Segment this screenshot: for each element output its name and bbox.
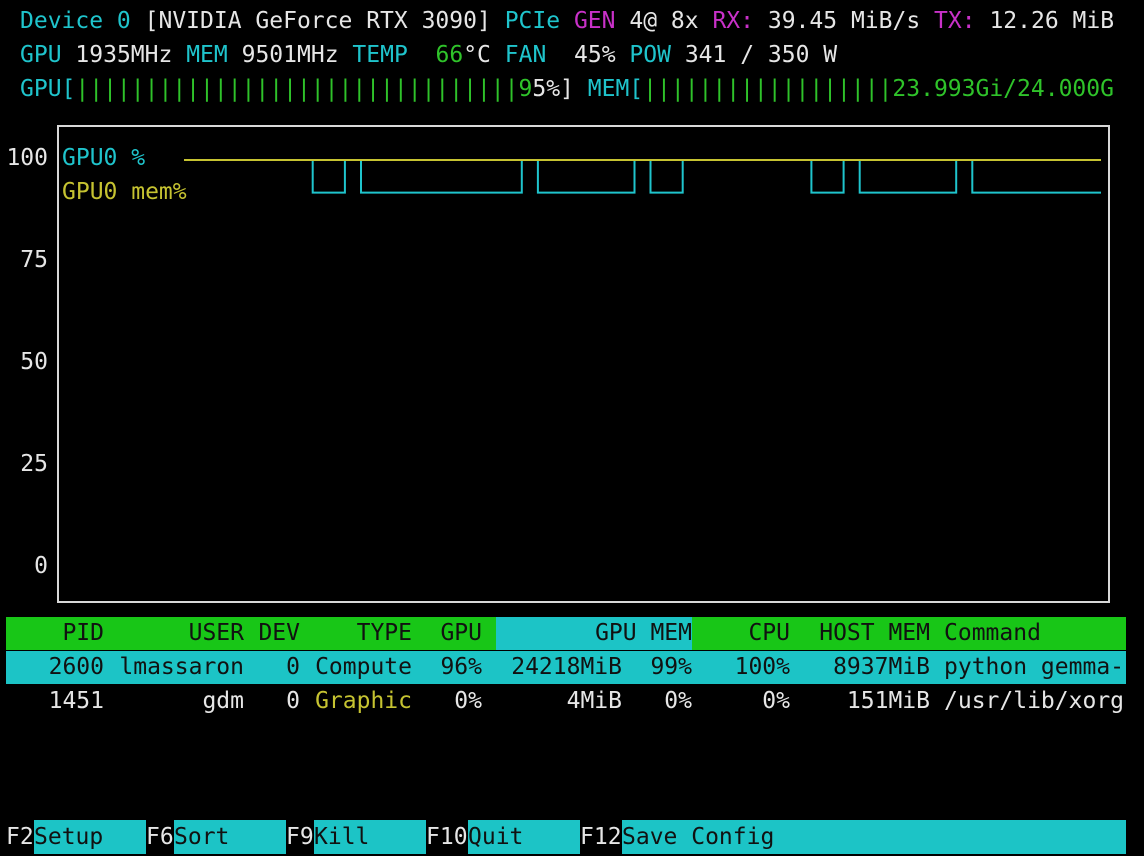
tx-value: 12.26 MiB: [989, 8, 1115, 34]
usage-bars-line: GPU[||||||||||||||||||||||||||||||||95%]…: [20, 72, 1114, 106]
col-gpu-mem[interactable]: GPU MEM: [500, 617, 692, 650]
col-dev[interactable]: DEV: [250, 617, 300, 650]
plot-canvas: [184, 159, 1101, 194]
f2-key: F2: [6, 824, 34, 850]
clock-info-line: GPU 1935MHz MEM 9501MHz TEMP 66°C FAN 45…: [20, 38, 837, 72]
legend-gpu-util: GPU0 %: [62, 145, 146, 171]
rx-value: 39.45 MiB/s: [767, 8, 921, 34]
row2-gpu-mem-pct[interactable]: 0%: [630, 685, 692, 718]
temp-unit: °C: [463, 42, 491, 68]
row2-dev[interactable]: 0: [250, 685, 300, 718]
pcie-label: PCIe: [504, 8, 561, 34]
row2-type[interactable]: Graphic: [306, 685, 412, 718]
f6-key: F6: [146, 824, 174, 850]
f12-key: F12: [580, 824, 622, 850]
gen-label: GEN: [573, 8, 616, 34]
y-tick-0: 0: [34, 553, 48, 579]
gpu-clock-value: 1935MHz: [75, 42, 173, 68]
f10-key: F10: [426, 824, 468, 850]
f9-key: F9: [286, 824, 314, 850]
row1-cpu[interactable]: 100%: [700, 651, 790, 684]
col-gpu[interactable]: GPU: [418, 617, 482, 650]
y-tick-50: 50: [20, 349, 48, 375]
row2-cpu[interactable]: 0%: [700, 685, 790, 718]
gpu-usage-value: 5%]: [532, 76, 574, 102]
row1-dev[interactable]: 0: [250, 651, 300, 684]
series-line-0: [184, 159, 1101, 194]
gpu-bar-label: GPU[: [20, 76, 76, 102]
legend-gpu-mem: GPU0 mem%: [62, 179, 187, 205]
col-host-mem[interactable]: HOST MEM: [796, 617, 930, 650]
tx-label: TX:: [934, 8, 976, 34]
device-name: [NVIDIA GeForce RTX 3090]: [144, 8, 491, 34]
row2-gpu[interactable]: 0%: [418, 685, 482, 718]
row1-command[interactable]: python gemma-: [944, 651, 1126, 684]
fan-value: 45%: [574, 42, 616, 68]
row1-gpu-mem[interactable]: 24218MiB: [500, 651, 622, 684]
terminal-window: Device 0 [NVIDIA GeForce RTX 3090] PCIe …: [0, 0, 1144, 856]
setup-button[interactable]: Setup: [34, 820, 146, 854]
rx-label: RX:: [712, 8, 754, 34]
pow-label: POW: [629, 42, 671, 68]
mem-clock-value: 9501MHz: [241, 42, 339, 68]
temp-value: 66: [435, 42, 464, 68]
y-tick-100: 100: [6, 145, 48, 171]
col-pid[interactable]: PID: [6, 617, 104, 650]
mem-bar-label: MEM[: [587, 76, 644, 102]
row1-host-mem[interactable]: 8937MiB: [796, 651, 930, 684]
quit-button[interactable]: Quit: [468, 820, 580, 854]
mem-usage-bar: ||||||||||||||||||: [643, 76, 893, 102]
col-user[interactable]: USER: [110, 617, 244, 650]
row1-user[interactable]: lmassaron: [110, 651, 244, 684]
fan-label: FAN: [504, 42, 547, 68]
device-label: Device 0: [20, 8, 131, 34]
row1-gpu-mem-pct[interactable]: 99%: [630, 651, 692, 684]
row2-pid[interactable]: 1451: [6, 685, 104, 718]
gen-value: 4@ 8x: [629, 8, 699, 34]
temp-label: TEMP: [352, 42, 408, 68]
gpu-clock-label: GPU: [20, 42, 62, 68]
row1-gpu[interactable]: 96%: [418, 651, 482, 684]
row1-pid[interactable]: 2600: [6, 651, 104, 684]
row2-host-mem[interactable]: 151MiB: [796, 685, 930, 718]
utilization-plot: [57, 125, 1110, 603]
row1-type[interactable]: Compute: [306, 651, 412, 684]
row2-command[interactable]: /usr/lib/xorg: [944, 685, 1126, 718]
col-cpu[interactable]: CPU: [700, 617, 790, 650]
save-config-button[interactable]: Save Config: [622, 820, 1126, 854]
col-command[interactable]: Command: [944, 617, 1124, 650]
gpu-usage-bar: ||||||||||||||||||||||||||||||||9: [75, 76, 533, 102]
mem-clock-label: MEM: [186, 42, 228, 68]
col-type[interactable]: TYPE: [306, 617, 412, 650]
device-info-line: Device 0 [NVIDIA GeForce RTX 3090] PCIe …: [20, 4, 1114, 38]
pow-value: 341 / 350 W: [684, 42, 838, 68]
row2-gpu-mem[interactable]: 4MiB: [500, 685, 622, 718]
y-tick-25: 25: [20, 451, 48, 477]
mem-usage-value: 23.993Gi/24.000G: [892, 76, 1114, 102]
y-tick-75: 75: [20, 247, 48, 273]
kill-button[interactable]: Kill: [314, 820, 426, 854]
row2-user[interactable]: gdm: [110, 685, 244, 718]
sort-button[interactable]: Sort: [174, 820, 286, 854]
